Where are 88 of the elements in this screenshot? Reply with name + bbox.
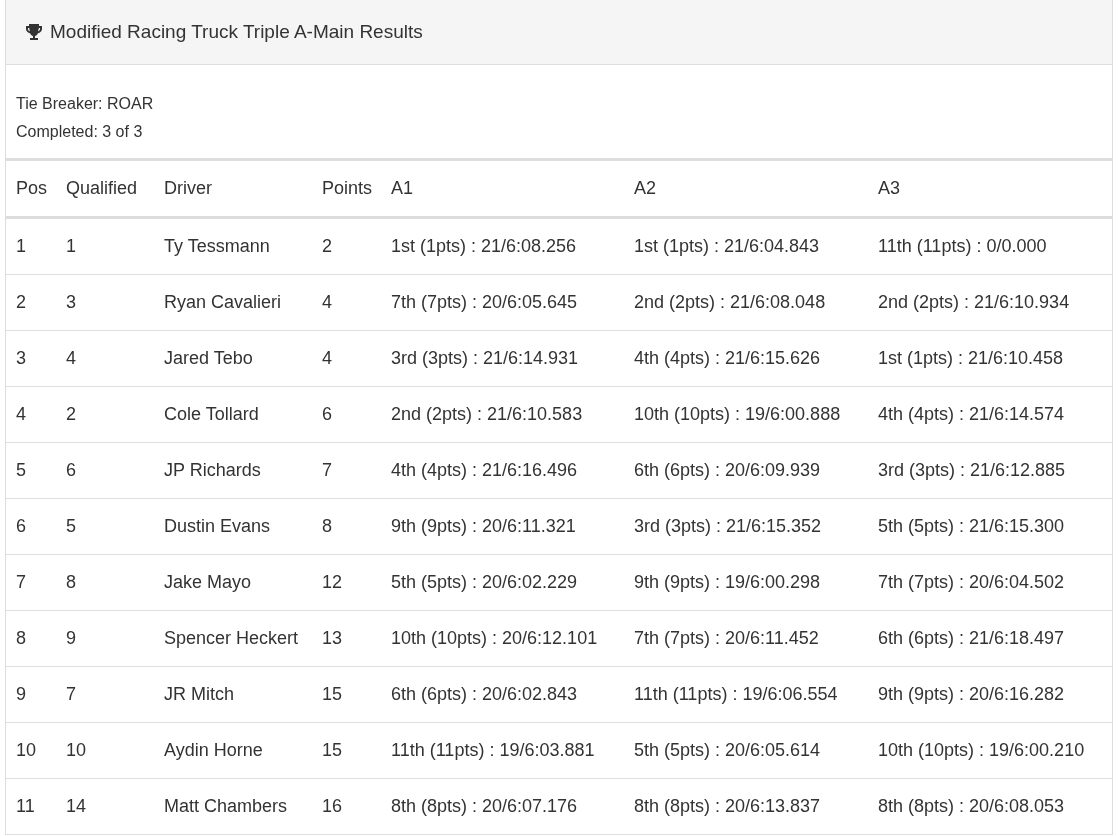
table-cell: 4	[6, 386, 56, 443]
table-cell: 2nd (2pts) : 21/6:10.583	[381, 386, 624, 443]
table-cell: 5th (5pts) : 20/6:05.614	[624, 722, 868, 779]
table-cell: 7	[56, 666, 154, 723]
column-header: Driver	[154, 159, 312, 218]
table-cell: 7	[312, 442, 381, 499]
table-cell: 4th (4pts) : 21/6:15.626	[624, 330, 868, 387]
table-cell: 6	[6, 498, 56, 555]
table-cell: 2	[6, 274, 56, 331]
table-cell: 5	[6, 442, 56, 499]
table-cell: 1	[6, 217, 56, 275]
table-cell: 7	[6, 554, 56, 611]
table-cell: 6	[312, 386, 381, 443]
table-cell: 3rd (3pts) : 21/6:15.352	[624, 498, 868, 555]
info-text: Tie Breaker: ROAR	[16, 94, 155, 114]
table-cell: JP Richards	[154, 442, 312, 499]
table-cell: 9th (9pts) : 20/6:16.282	[868, 666, 1112, 723]
column-header: A1	[381, 159, 624, 218]
table-cell: 11	[6, 778, 56, 834]
trophy-icon	[24, 22, 44, 42]
table-cell: 4th (4pts) : 21/6:16.496	[381, 442, 624, 499]
table-cell: 4	[312, 330, 381, 387]
table-cell: JR Mitch	[154, 666, 312, 723]
table-cell: 3	[56, 274, 154, 331]
table-cell: 15	[312, 722, 381, 779]
column-header: A2	[624, 159, 868, 218]
table-cell: 4th (4pts) : 21/6:14.574	[868, 386, 1112, 443]
table-cell: Cole Tollard	[154, 386, 312, 443]
table-cell: 10th (10pts) : 19/6:00.210	[868, 722, 1112, 779]
table-cell: 12	[312, 554, 381, 611]
table-cell: Dustin Evans	[154, 498, 312, 555]
table-cell: 1st (1pts) : 21/6:04.843	[624, 217, 868, 275]
table-cell: 8th (8pts) : 20/6:08.053	[868, 778, 1112, 834]
table-cell: Matt Chambers	[154, 778, 312, 834]
table-cell: 9th (9pts) : 19/6:00.298	[624, 554, 868, 611]
table-cell: 5	[56, 498, 154, 555]
table-cell: 7th (7pts) : 20/6:04.502	[868, 554, 1112, 611]
table-cell: 5th (5pts) : 20/6:02.229	[381, 554, 624, 611]
table-cell: 1st (1pts) : 21/6:08.256	[381, 217, 624, 275]
table-cell: 8th (8pts) : 20/6:07.176	[381, 778, 624, 834]
table-cell: 9	[56, 610, 154, 667]
table-cell: 4	[56, 330, 154, 387]
column-header: A3	[868, 159, 1112, 218]
table-cell: 11th (11pts) : 19/6:03.881	[381, 722, 624, 779]
table-cell: 16	[312, 778, 381, 834]
panel-title: Modified Racing Truck Triple A-Main Results	[50, 21, 423, 43]
table-cell: 10th (10pts) : 20/6:12.101	[381, 610, 624, 667]
table-cell: 9th (9pts) : 20/6:11.321	[381, 498, 624, 555]
table-cell: Jake Mayo	[154, 554, 312, 611]
table-cell: 10	[56, 722, 154, 779]
table-cell: Ryan Cavalieri	[154, 274, 312, 331]
column-header: Points	[312, 159, 381, 218]
table-cell: 8	[56, 554, 154, 611]
table-cell: 2	[56, 386, 154, 443]
table-cell: Aydin Horne	[154, 722, 312, 779]
table-cell: 10th (10pts) : 19/6:00.888	[624, 386, 868, 443]
table-cell: 8	[6, 610, 56, 667]
table-cell: Spencer Heckert	[154, 610, 312, 667]
table-cell: 4	[312, 274, 381, 331]
table-cell: 1st (1pts) : 21/6:10.458	[868, 330, 1112, 387]
table-cell: 11th (11pts) : 19/6:06.554	[624, 666, 868, 723]
table-cell: 15	[312, 666, 381, 723]
table-cell: 3rd (3pts) : 21/6:14.931	[381, 330, 624, 387]
table-cell: Ty Tessmann	[154, 217, 312, 275]
table-cell: 2nd (2pts) : 21/6:08.048	[624, 274, 868, 331]
info-text: Completed: 3 of 3	[16, 122, 144, 142]
table-cell: 13	[312, 610, 381, 667]
table-cell: 6th (6pts) : 21/6:18.497	[868, 610, 1112, 667]
table-cell: 1	[56, 217, 154, 275]
table-cell: 6	[56, 442, 154, 499]
table-cell: 3	[6, 330, 56, 387]
table-cell: 3rd (3pts) : 21/6:12.885	[868, 442, 1112, 499]
table-cell: 10	[6, 722, 56, 779]
table-cell: Jared Tebo	[154, 330, 312, 387]
column-header: Pos	[6, 159, 56, 218]
table-cell: 7th (7pts) : 20/6:05.645	[381, 274, 624, 331]
table-cell: 7th (7pts) : 20/6:11.452	[624, 610, 868, 667]
table-cell: 8th (8pts) : 20/6:13.837	[624, 778, 868, 834]
column-header: Qualified	[56, 159, 154, 218]
table-cell: 14	[56, 778, 154, 834]
table-cell: 5th (5pts) : 21/6:15.300	[868, 498, 1112, 555]
table-cell: 11th (11pts) : 0/0.000	[868, 217, 1112, 275]
table-cell: 2	[312, 217, 381, 275]
table-cell: 2nd (2pts) : 21/6:10.934	[868, 274, 1112, 331]
table-cell: 6th (6pts) : 20/6:09.939	[624, 442, 868, 499]
table-cell: 6th (6pts) : 20/6:02.843	[381, 666, 624, 723]
table-cell: 8	[312, 498, 381, 555]
table-cell: 9	[6, 666, 56, 723]
